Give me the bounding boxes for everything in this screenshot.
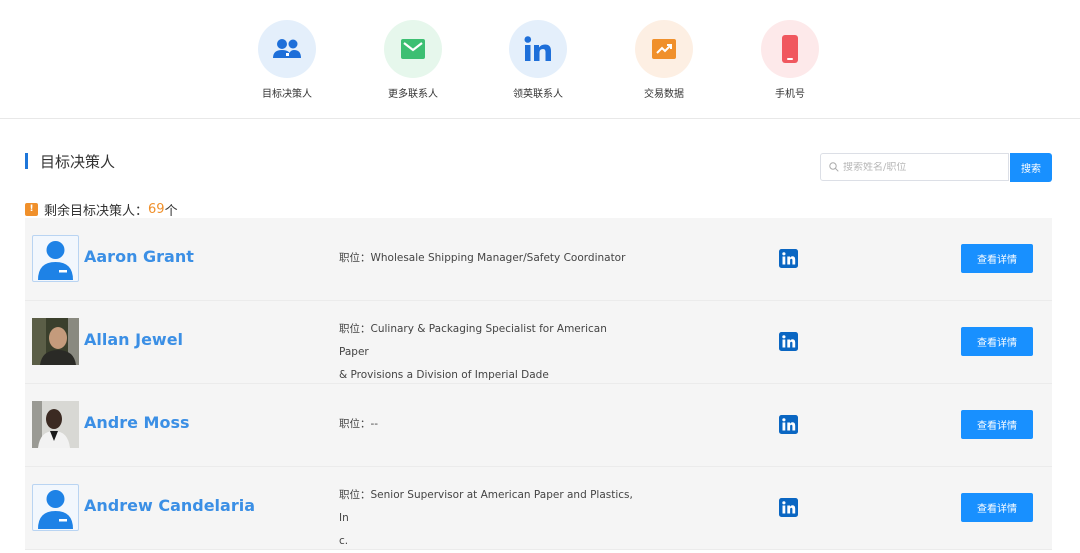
default-avatar-icon (32, 484, 79, 531)
section-title: 目标决策人 (40, 152, 116, 171)
person-name[interactable]: Aaron Grant (84, 247, 194, 266)
person-name[interactable]: Andrew Candelaria (84, 496, 255, 515)
default-avatar-icon (32, 235, 79, 282)
view-details-button[interactable]: 查看详情 (961, 244, 1033, 273)
remaining-count-line: ! 剩余目标决策人： 69 个 (25, 200, 178, 219)
search-input[interactable] (839, 161, 1003, 173)
person-list: Aaron Grant 职位：Wholesale Shipping Manage… (25, 218, 1052, 550)
person-title: 职位：-- (339, 418, 379, 430)
alert-icon: ! (25, 203, 38, 216)
linkedin-icon[interactable] (779, 249, 798, 268)
linkedin-icon (509, 20, 567, 78)
section-accent-bar (25, 153, 28, 169)
search-box[interactable] (820, 153, 1009, 181)
person-title: 职位：Wholesale Shipping Manager/Safety Coo… (339, 252, 626, 264)
nav-label: 领英联系人 (513, 89, 563, 100)
remaining-count: 69 (148, 202, 165, 217)
nav-item-phone[interactable]: 手机号 (730, 20, 850, 100)
trend-chart-icon (635, 20, 693, 78)
person-row: Andre Moss 职位：-- 查看详情 (25, 384, 1052, 467)
remaining-unit: 个 (164, 204, 178, 219)
nav-label: 更多联系人 (388, 89, 438, 100)
nav-label: 交易数据 (644, 89, 684, 100)
nav-item-target-decision-makers[interactable]: 目标决策人 (227, 20, 347, 100)
search-button[interactable]: 搜索 (1010, 153, 1052, 182)
linkedin-icon[interactable] (779, 498, 798, 517)
nav-item-more-contacts[interactable]: 更多联系人 (353, 20, 473, 100)
search-icon (829, 162, 839, 172)
nav-label: 手机号 (775, 89, 805, 100)
linkedin-icon[interactable] (779, 415, 798, 434)
person-name[interactable]: Allan Jewel (84, 330, 183, 349)
mail-icon (384, 20, 442, 78)
view-details-button[interactable]: 查看详情 (961, 327, 1033, 356)
phone-icon (761, 20, 819, 78)
person-row: Allan Jewel 职位：Culinary & Packaging Spec… (25, 301, 1052, 384)
person-title: 职位：Culinary & Packaging Specialist for A… (339, 323, 607, 381)
section-heading: 目标决策人 (25, 150, 115, 172)
avatar (32, 401, 79, 448)
view-details-button[interactable]: 查看详情 (961, 493, 1033, 522)
remaining-label: 剩余目标决策人： (44, 204, 149, 219)
people-icon (258, 20, 316, 78)
person-title: 职位：Senior Supervisor at American Paper a… (339, 489, 633, 547)
avatar (32, 318, 79, 365)
person-name[interactable]: Andre Moss (84, 413, 190, 432)
person-row: Aaron Grant 职位：Wholesale Shipping Manage… (25, 218, 1052, 301)
nav-label: 目标决策人 (262, 89, 312, 100)
nav-item-trade-data[interactable]: 交易数据 (604, 20, 724, 100)
top-nav: 目标决策人 更多联系人 领英联系人 交易数据 手机号 (0, 0, 1080, 119)
nav-item-linkedin-contacts[interactable]: 领英联系人 (478, 20, 598, 100)
view-details-button[interactable]: 查看详情 (961, 410, 1033, 439)
person-row: Andrew Candelaria 职位：Senior Supervisor a… (25, 467, 1052, 550)
linkedin-icon[interactable] (779, 332, 798, 351)
